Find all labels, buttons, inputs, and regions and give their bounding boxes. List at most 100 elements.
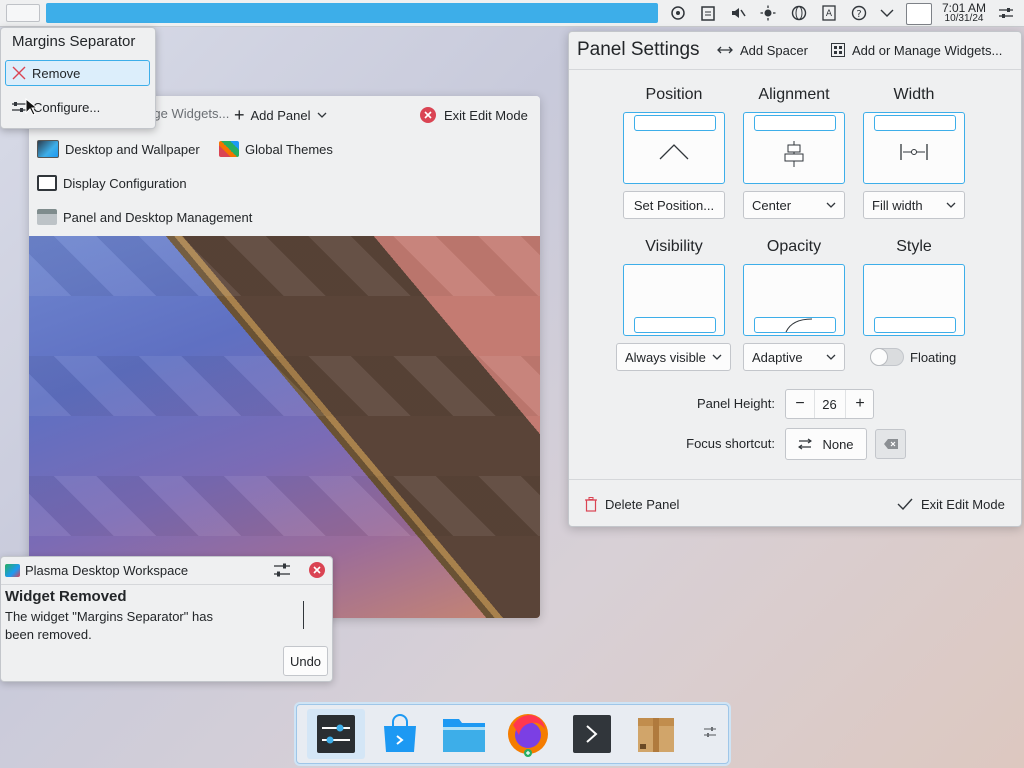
panel-bar-preview [634,317,716,333]
set-position-button[interactable]: Set Position... [623,191,725,219]
decrement-button[interactable]: − [786,390,815,418]
remove-menu-item[interactable]: Remove [5,60,150,86]
visibility-select[interactable]: Always visible [616,343,731,371]
menu-display-configuration[interactable]: Display Configuration [37,170,187,196]
chevron-down-icon[interactable] [876,3,898,23]
konsole-icon[interactable] [563,709,621,759]
opacity-curve-icon [785,318,813,333]
plasma-app-icon [5,564,20,577]
brightness-icon[interactable] [757,3,779,23]
shortcut-sliders-icon [798,438,813,450]
delete-panel-button[interactable]: Delete Panel [585,494,679,514]
panel-bar-preview [754,115,836,131]
backspace-icon [883,439,898,449]
notification-body: The widget "Margins Separator" has been … [5,609,213,642]
svg-text:A: A [826,9,833,19]
chevron-down-icon [946,202,956,208]
width-select[interactable]: Fill width [863,191,965,219]
close-icon [12,66,26,80]
chevron-down-icon [712,354,722,360]
chevron-down-icon [826,202,836,208]
alignment-preview[interactable] [743,112,845,184]
focus-shortcut-label: Focus shortcut: [686,436,775,451]
increment-button[interactable]: + [845,390,874,418]
dolphin-icon[interactable] [435,709,493,759]
add-spacer-button[interactable]: Add Spacer [717,40,808,60]
position-title: Position [645,86,703,103]
discover-icon[interactable] [371,709,429,759]
panel-height-spinbox[interactable]: − 26 + [785,389,874,419]
panel-bar-preview [874,115,956,131]
panel-bar-preview [634,115,716,131]
spacer-icon [717,46,733,54]
volume-muted-icon[interactable] [727,3,749,23]
firefox-icon[interactable] [499,709,557,759]
notification-close-icon[interactable] [309,562,325,581]
svg-text:?: ? [856,9,861,20]
edit-mode-window: Add or Manage Widgets... + Add Panel Exi… [29,96,540,618]
remove-label: Remove [32,65,81,81]
floating-toggle[interactable] [870,348,904,366]
focus-shortcut-button[interactable]: None [785,428,867,460]
exit-edit-mode-label: Exit Edit Mode [921,496,1005,512]
delete-panel-label: Delete Panel [605,496,680,512]
system-settings-icon[interactable] [307,709,365,759]
opacity-select[interactable]: Adaptive [743,343,845,371]
style-preview[interactable] [863,264,965,336]
opacity-value: Adaptive [752,349,803,365]
position-preview[interactable] [623,112,725,184]
notification-app-name: Plasma Desktop Workspace [25,563,189,578]
text-icon[interactable]: A [818,3,840,23]
alignment-value: Center [752,197,792,213]
divider [1,584,332,585]
fill-width-icon [900,144,928,160]
menu-item-label: Display Configuration [63,175,187,191]
menu-panel-desktop-management[interactable]: Panel and Desktop Management [37,204,252,230]
clipboard-icon[interactable] [697,3,719,23]
menu-desktop-wallpaper[interactable]: Desktop and Wallpaper [37,136,200,162]
panel-configure-icon[interactable] [995,3,1017,23]
widgets-grid-icon [831,43,845,57]
checkmark-icon [897,498,913,510]
panel-widget-stub[interactable] [6,4,40,22]
panel-management-icon [37,209,57,225]
add-panel-button[interactable]: + Add Panel [234,102,327,128]
chevron-down-icon [317,112,326,118]
help-icon[interactable]: ? [848,3,870,23]
add-widgets-button[interactable]: Add or Manage Widgets... [831,40,1002,60]
text-cursor [303,601,304,629]
exit-edit-mode-button[interactable]: Exit Edit Mode [420,102,528,128]
alignment-select[interactable]: Center [743,191,845,219]
mouse-cursor-icon [25,98,37,116]
visibility-preview[interactable] [623,264,725,336]
notification-configure-icon[interactable] [273,562,291,581]
globe-icon[interactable] [788,3,810,23]
alignment-title: Alignment [758,86,830,103]
menu-global-themes[interactable]: Global Themes [219,136,333,162]
chevron-up-icon [659,144,689,160]
undo-button[interactable]: Undo [283,646,328,676]
add-widgets-label: Add or Manage Widgets... [852,42,1003,58]
set-position-label: Set Position... [633,197,715,213]
visibility-value: Always visible [625,349,706,365]
desktop-toggle-button[interactable] [906,3,932,25]
dock-configure-icon[interactable] [703,725,717,742]
widget-menu-title: Margins Separator [12,33,136,50]
chevron-down-icon [826,354,836,360]
divider [569,479,1021,480]
clock-date[interactable]: 10/31/24 [938,13,990,24]
add-panel-label: Add Panel [250,107,311,123]
opacity-preview[interactable] [743,264,845,336]
clear-shortcut-button[interactable] [875,429,906,459]
trash-icon [585,496,597,512]
panel-bar-preview [874,317,956,333]
panel-height-value[interactable]: 26 [814,390,845,418]
monitor-icon [37,175,57,191]
width-preview[interactable] [863,112,965,184]
panel-edit-highlight[interactable] [46,3,658,23]
bottom-dock [296,704,729,764]
exit-edit-mode-dialog-button[interactable]: Exit Edit Mode [897,494,1005,514]
network-share-icon[interactable] [667,3,689,23]
toggle-knob [870,348,888,366]
ark-icon[interactable] [627,709,685,759]
